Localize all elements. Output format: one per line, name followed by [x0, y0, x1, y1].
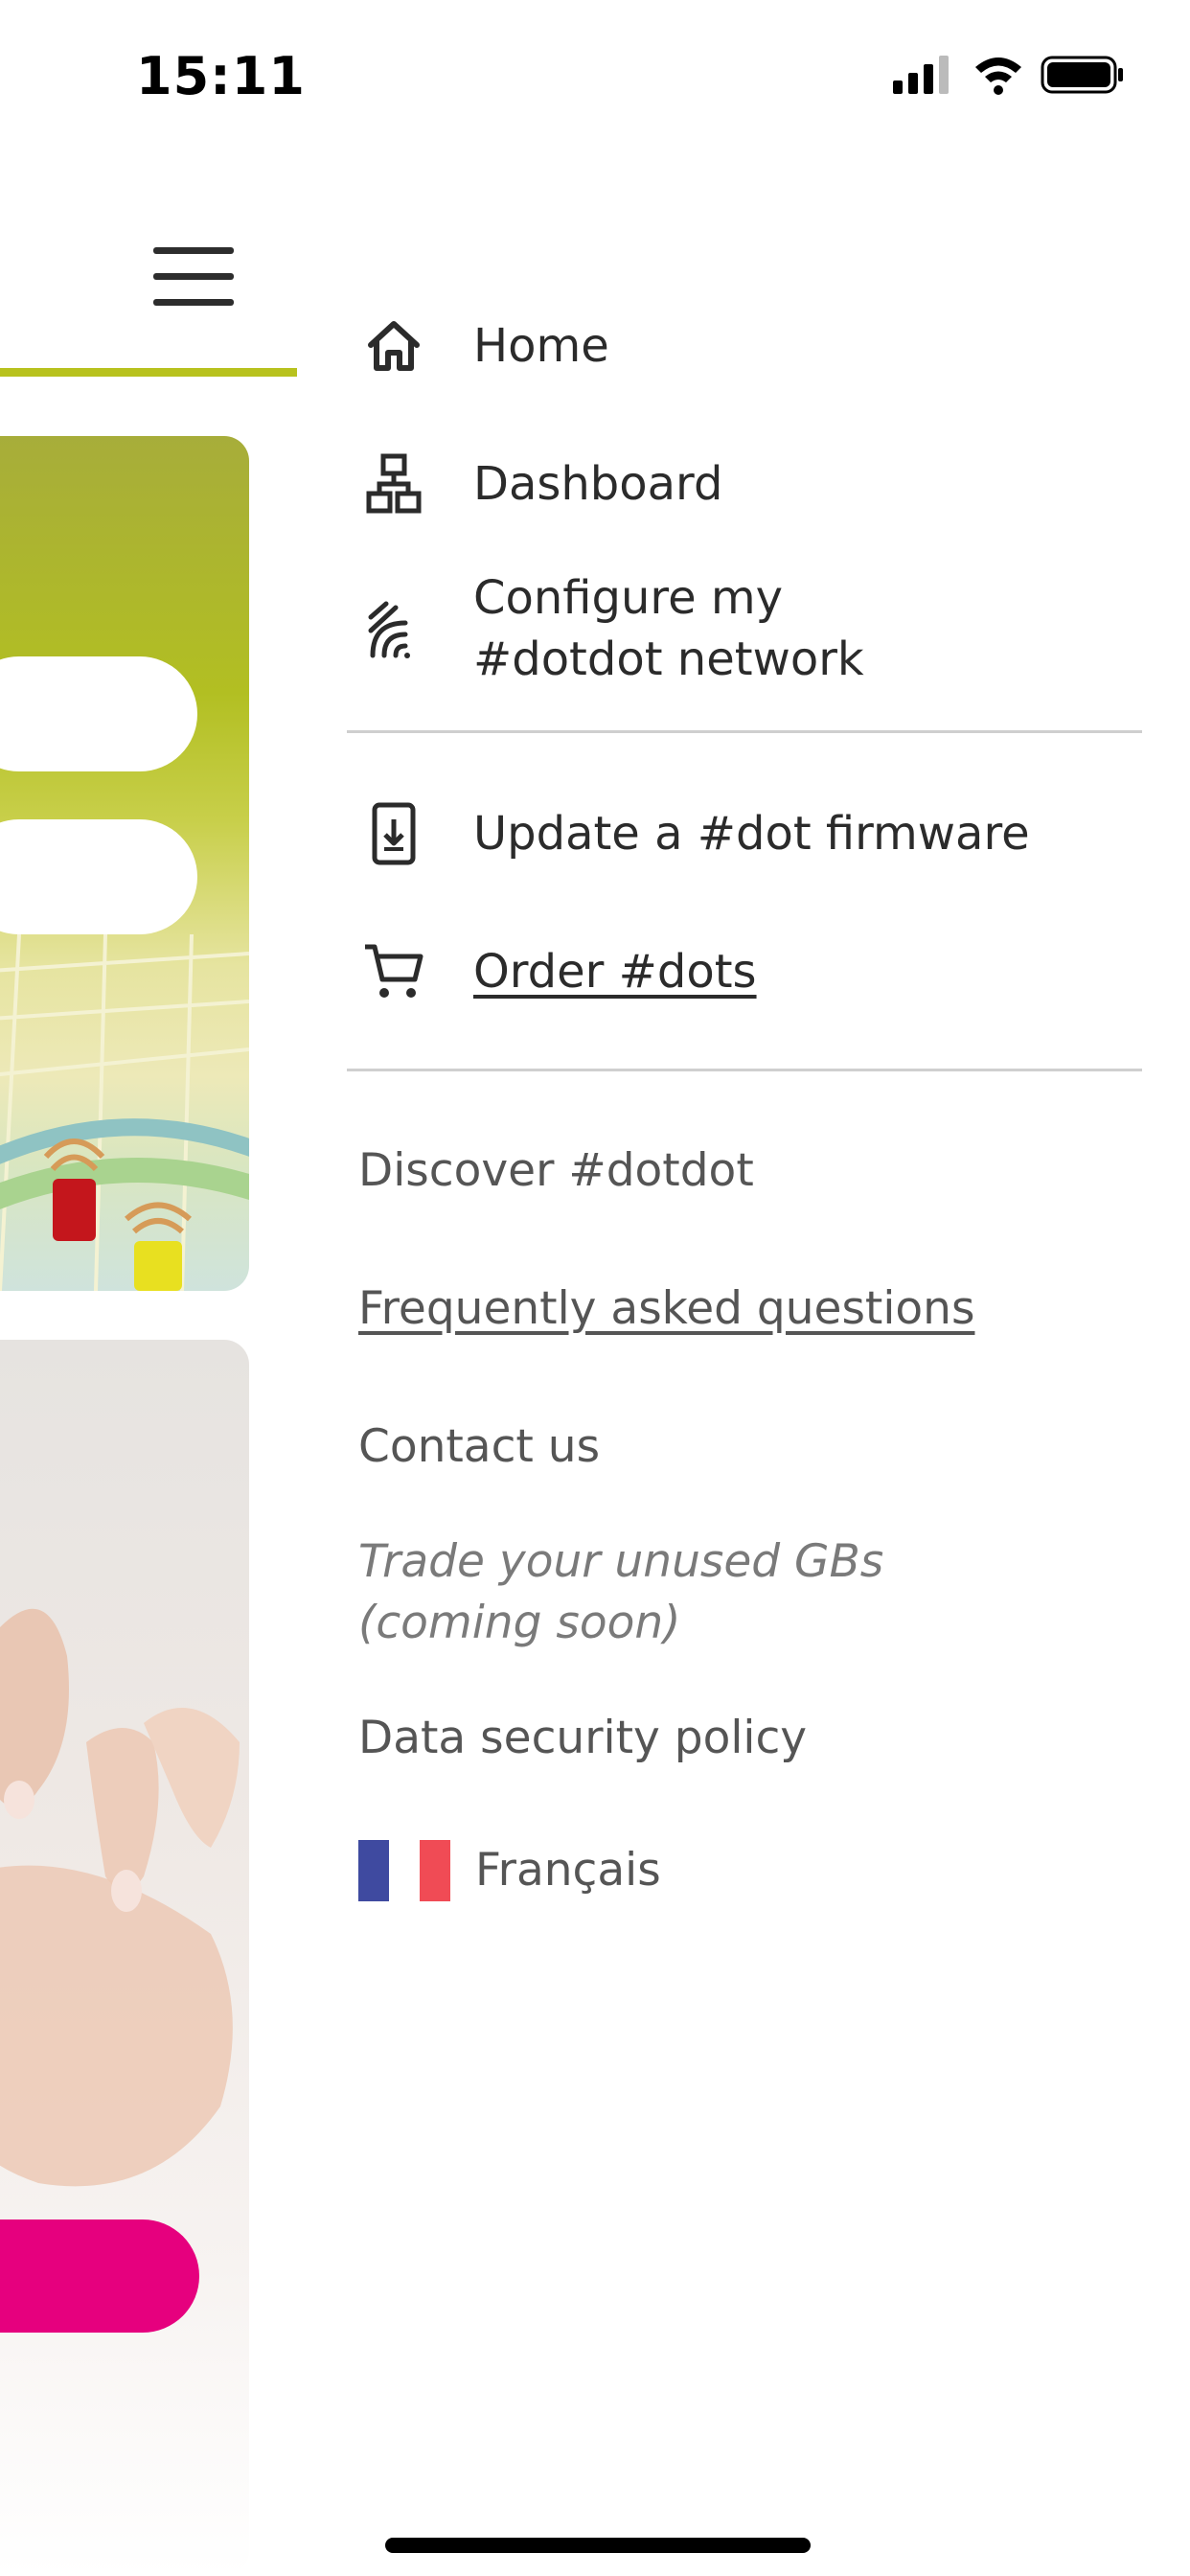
primary-action-button[interactable] — [0, 2220, 199, 2333]
home-icon — [360, 312, 427, 380]
cellular-signal-icon — [893, 56, 949, 94]
menu-item-label: Update a #dot firmware — [473, 807, 1030, 861]
cart-icon — [360, 938, 427, 1005]
banner-input-field-1[interactable] — [0, 656, 197, 771]
signal-waves-icon — [360, 595, 427, 662]
menu-divider — [347, 1069, 1142, 1071]
link-faq[interactable]: Frequently asked questions — [358, 1278, 974, 1340]
wifi-icon — [975, 58, 1021, 95]
map-banner-card — [0, 436, 249, 1291]
link-data-security-policy[interactable]: Data security policy — [358, 1708, 807, 1769]
menu-item-dashboard[interactable]: Dashboard — [360, 450, 722, 518]
home-indicator[interactable] — [385, 2538, 811, 2553]
network-sitemap-icon — [360, 450, 427, 518]
menu-item-label-line1: Configure my — [473, 571, 784, 625]
trade-gbs-line1: Trade your unused GBs — [358, 1535, 884, 1588]
menu-item-update-firmware[interactable]: Update a #dot firmware — [360, 800, 1030, 867]
phone-download-icon — [360, 800, 427, 867]
language-label: Français — [475, 1844, 661, 1897]
trade-gbs-line2: (coming soon) — [358, 1597, 681, 1649]
french-flag-icon — [358, 1840, 450, 1901]
underlying-page — [0, 144, 297, 2576]
link-trade-gbs: Trade your unused GBs (coming soon) — [358, 1531, 883, 1654]
hand-illustration — [0, 1608, 240, 2187]
menu-item-home[interactable]: Home — [360, 312, 609, 380]
banner-input-field-2[interactable] — [0, 819, 197, 934]
menu-item-label-line2: #dotdot network — [473, 632, 864, 686]
menu-divider — [347, 730, 1142, 733]
menu-item-configure-network[interactable]: Configure my #dotdot network — [360, 567, 864, 690]
menu-item-label: Order #dots — [473, 945, 757, 999]
link-contact-us[interactable]: Contact us — [358, 1416, 600, 1478]
map-illustration — [0, 934, 249, 1291]
menu-item-order-dots[interactable]: Order #dots — [360, 938, 757, 1005]
menu-item-label: Configure my #dotdot network — [473, 567, 864, 690]
language-switch[interactable]: Français — [358, 1840, 661, 1901]
battery-icon — [1041, 56, 1123, 94]
side-drawer-menu: Home Dashboard Configure my #dotdot netw… — [297, 144, 1190, 2576]
menu-item-label: Dashboard — [473, 457, 723, 511]
status-time: 15:11 — [136, 46, 306, 106]
link-discover-dotdot[interactable]: Discover #dotdot — [358, 1140, 754, 1202]
header-accent-line — [0, 368, 297, 377]
hamburger-menu-button[interactable] — [153, 247, 238, 309]
menu-item-label: Home — [473, 319, 609, 373]
hand-promo-card — [0, 1340, 249, 2576]
status-bar: 15:11 — [0, 0, 1190, 144]
